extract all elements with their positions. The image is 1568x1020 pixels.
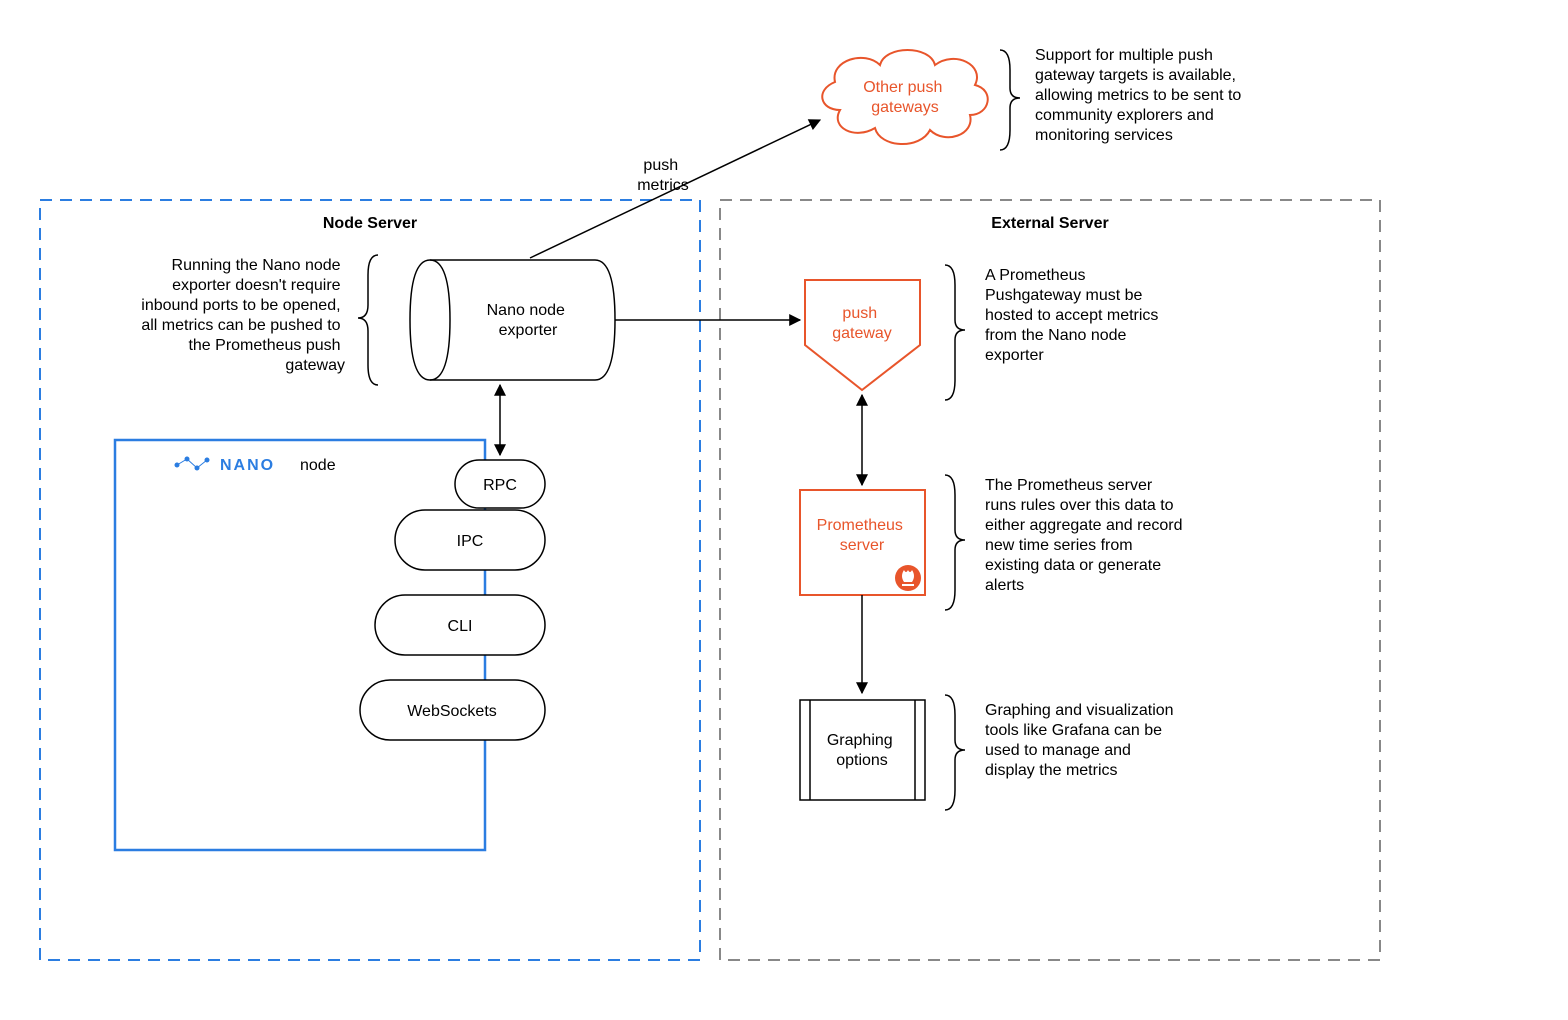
ipc-pill: IPC (395, 510, 545, 570)
svg-text:CLI: CLI (448, 618, 473, 635)
brace-graphing (945, 695, 965, 810)
websockets-pill: WebSockets (360, 680, 545, 740)
svg-text:IPC: IPC (457, 533, 484, 550)
nano-logo: NANO (175, 457, 276, 475)
prometheus-desc: The Prometheus server runs rules over th… (985, 477, 1187, 594)
nano-node-exporter: Nano node exporter (410, 260, 615, 380)
brace-pushgateway (945, 265, 965, 400)
other-push-gateways-cloud: Other push gateways (822, 50, 987, 144)
other-gateways-desc: Support for multiple push gateway target… (1035, 47, 1246, 144)
rpc-pill: RPC (455, 460, 545, 508)
svg-text:NANO: NANO (220, 457, 275, 474)
brace-prometheus (945, 475, 965, 610)
push-gateway-shield: push gateway (805, 280, 920, 390)
external-server-title: External Server (991, 215, 1108, 232)
brace-cloud (1000, 50, 1020, 150)
brace-exporter (358, 255, 378, 385)
pushgateway-desc: A Prometheus Pushgateway must be hosted … (985, 267, 1163, 364)
graphing-options-box: Graphing options (800, 700, 925, 800)
svg-text:RPC: RPC (483, 477, 517, 494)
node-server-title: Node Server (323, 215, 417, 232)
graphing-desc: Graphing and visualization tools like Gr… (985, 702, 1178, 779)
nano-node-label: node (300, 457, 336, 474)
svg-text:WebSockets: WebSockets (407, 703, 497, 720)
cli-pill: CLI (375, 595, 545, 655)
exporter-description: Running the Nano node exporter doesn't r… (141, 257, 345, 374)
prometheus-server-box: Prometheus server (800, 490, 925, 595)
push-metrics-label: push metrics (637, 157, 689, 194)
